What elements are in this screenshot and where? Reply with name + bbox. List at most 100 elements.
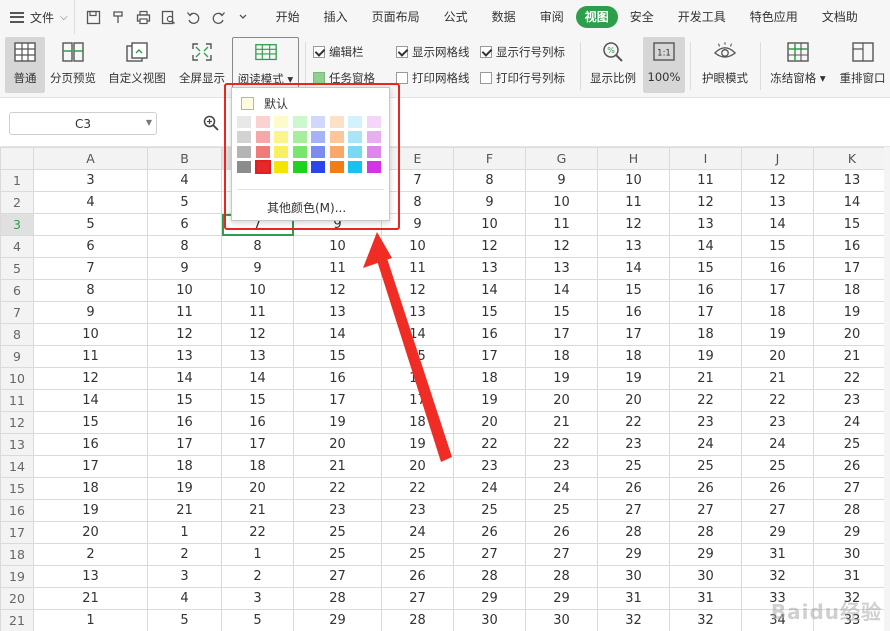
row-header[interactable]: 16 [0, 499, 34, 522]
cell[interactable]: 27 [525, 543, 598, 566]
cell[interactable]: 9 [33, 301, 148, 324]
cell[interactable]: 21 [221, 499, 294, 522]
cell[interactable]: 29 [597, 543, 670, 566]
customize-dropdown-icon[interactable] [231, 6, 256, 28]
color-swatch[interactable] [311, 146, 325, 158]
cell[interactable]: 19 [741, 323, 814, 346]
show-gridlines-checkbox[interactable]: 显示网格线 [396, 44, 470, 60]
cell[interactable]: 15 [813, 213, 890, 236]
row-header[interactable]: 12 [0, 411, 34, 434]
cell[interactable]: 11 [221, 301, 294, 324]
cell[interactable]: 29 [741, 521, 814, 544]
cell[interactable]: 22 [597, 411, 670, 434]
cell[interactable]: 17 [33, 455, 148, 478]
cell[interactable]: 14 [741, 213, 814, 236]
cell[interactable]: 22 [381, 477, 454, 500]
tab-special-apps[interactable]: 特色应用 [738, 6, 810, 28]
cell[interactable]: 2 [221, 565, 294, 588]
cell[interactable]: 23 [813, 389, 890, 412]
cell[interactable]: 31 [597, 587, 670, 610]
chevron-down-icon[interactable]: ▼ [146, 118, 152, 127]
cell[interactable]: 29 [669, 543, 742, 566]
cell[interactable]: 13 [669, 213, 742, 236]
cell[interactable]: 26 [453, 521, 526, 544]
cell[interactable]: 10 [33, 323, 148, 346]
cell[interactable]: 12 [293, 279, 382, 302]
cell[interactable]: 6 [33, 235, 148, 258]
cell[interactable]: 21 [293, 455, 382, 478]
cell[interactable]: 20 [813, 323, 890, 346]
cell[interactable]: 14 [813, 191, 890, 214]
cell[interactable]: 14 [381, 323, 454, 346]
row-header[interactable]: 21 [0, 609, 34, 631]
cell[interactable]: 23 [741, 411, 814, 434]
color-swatch[interactable] [348, 161, 362, 173]
cell[interactable]: 28 [525, 565, 598, 588]
cell[interactable]: 1 [147, 521, 222, 544]
color-swatch[interactable] [329, 131, 344, 143]
cell[interactable]: 9 [221, 257, 294, 280]
cell[interactable]: 8 [147, 235, 222, 258]
cell[interactable]: 25 [453, 499, 526, 522]
tab-insert[interactable]: 插入 [312, 6, 360, 28]
color-swatch[interactable] [254, 160, 271, 174]
cell[interactable]: 15 [147, 389, 222, 412]
row-header[interactable]: 9 [0, 345, 34, 368]
row-header[interactable]: 14 [0, 455, 34, 478]
cell[interactable]: 1 [33, 609, 148, 631]
task-pane-checkbox[interactable]: 任务窗格 [313, 70, 375, 86]
tab-developer[interactable]: 开发工具 [666, 6, 738, 28]
cell[interactable]: 28 [453, 565, 526, 588]
cell[interactable]: 19 [669, 345, 742, 368]
color-swatch[interactable] [348, 146, 362, 158]
cell[interactable]: 13 [813, 169, 890, 192]
cell[interactable]: 17 [813, 257, 890, 280]
cell[interactable]: 11 [293, 257, 382, 280]
column-header[interactable]: A [33, 147, 148, 170]
cell[interactable]: 11 [381, 257, 454, 280]
cell[interactable]: 5 [147, 609, 222, 631]
cell[interactable]: 22 [669, 389, 742, 412]
show-row-col-headers-checkbox[interactable]: 显示行号列标 [480, 44, 565, 60]
zoom-100-button[interactable]: 1:1 100% [643, 37, 685, 93]
edit-bar-checkbox[interactable]: 编辑栏 [313, 44, 364, 60]
cell[interactable]: 16 [813, 235, 890, 258]
cell[interactable]: 16 [381, 367, 454, 390]
cell[interactable]: 8 [33, 279, 148, 302]
row-header[interactable]: 5 [0, 257, 34, 280]
cell[interactable]: 28 [293, 587, 382, 610]
cell[interactable]: 31 [669, 587, 742, 610]
cell[interactable]: 11 [525, 213, 598, 236]
cell[interactable]: 25 [381, 543, 454, 566]
tab-page-layout[interactable]: 页面布局 [360, 6, 432, 28]
save-icon[interactable] [81, 6, 106, 28]
cell[interactable]: 4 [147, 587, 222, 610]
tab-doc-assistant[interactable]: 文档助 [810, 6, 870, 28]
cell[interactable]: 23 [453, 455, 526, 478]
column-header[interactable]: J [741, 147, 814, 170]
cell[interactable]: 16 [597, 301, 670, 324]
cell[interactable]: 12 [525, 235, 598, 258]
cell[interactable]: 20 [381, 455, 454, 478]
cell[interactable]: 23 [525, 455, 598, 478]
cell[interactable]: 19 [381, 433, 454, 456]
normal-view-button[interactable]: 普通 [5, 37, 45, 93]
cell[interactable]: 16 [221, 411, 294, 434]
cell[interactable]: 20 [221, 477, 294, 500]
cell[interactable]: 10 [293, 235, 382, 258]
cell[interactable]: 19 [33, 499, 148, 522]
print-gridlines-checkbox[interactable]: 打印网格线 [396, 70, 470, 86]
cell[interactable]: 12 [741, 169, 814, 192]
tab-home[interactable]: 开始 [264, 6, 312, 28]
row-header[interactable]: 15 [0, 477, 34, 500]
color-swatch[interactable] [237, 116, 251, 128]
more-colors-option[interactable]: 其他颜色(M)... [267, 199, 346, 216]
cell[interactable]: 17 [597, 323, 670, 346]
color-swatch[interactable] [366, 131, 381, 143]
color-swatch[interactable] [274, 116, 288, 128]
cell[interactable]: 3 [147, 565, 222, 588]
cell[interactable]: 3 [221, 587, 294, 610]
cell[interactable]: 28 [669, 521, 742, 544]
cell[interactable]: 4 [147, 169, 222, 192]
row-header[interactable]: 17 [0, 521, 34, 544]
